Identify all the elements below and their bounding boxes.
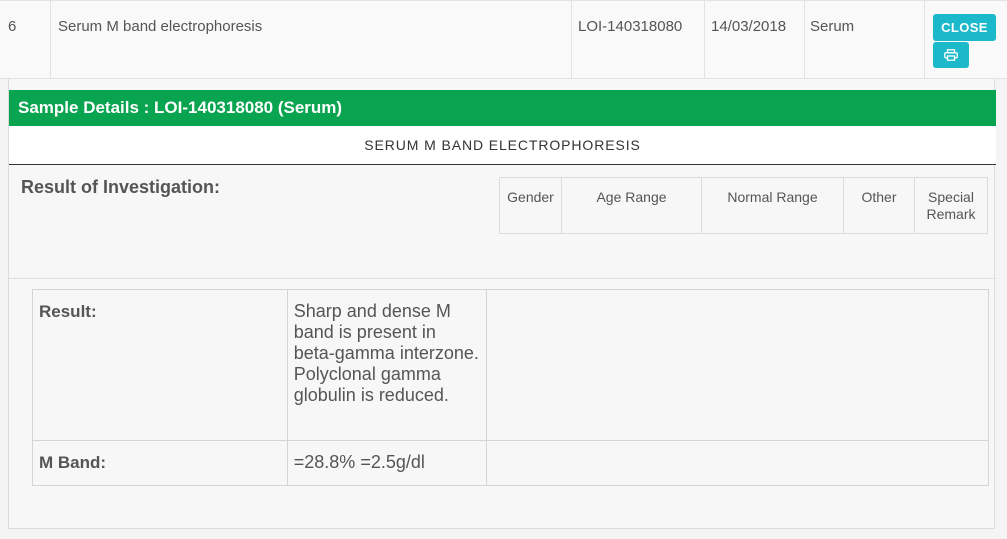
column-normal-range: Normal Range — [702, 178, 844, 233]
sample-date: 14/03/2018 — [705, 1, 805, 80]
sample-type: Serum — [805, 1, 925, 80]
result-extra-cell — [485, 289, 990, 441]
test-name: Serum M band electrophoresis — [51, 1, 572, 80]
column-age-range: Age Range — [562, 178, 702, 233]
m-band-extra-cell — [485, 440, 990, 486]
loi-number: LOI-140318080 — [572, 1, 705, 80]
row-actions: CLOSE — [925, 1, 1007, 80]
sample-details-panel: Sample Details : LOI-140318080 (Serum) S… — [8, 79, 996, 529]
column-gender: Gender — [500, 178, 562, 233]
m-band-label: M Band: — [32, 440, 288, 486]
print-icon — [944, 49, 958, 61]
result-label: Result: — [32, 289, 288, 441]
result-value: Sharp and dense M band is present in bet… — [286, 289, 487, 441]
test-title: SERUM M BAND ELECTROPHORESIS — [9, 126, 996, 165]
results-table: Result: Sharp and dense M band is presen… — [32, 289, 990, 486]
close-button[interactable]: CLOSE — [933, 14, 996, 41]
result-of-investigation-label: Result of Investigation: — [21, 177, 221, 197]
table-row: Result: Sharp and dense M band is presen… — [32, 289, 990, 441]
table-row: M Band: =28.8% =2.5g/dl — [32, 440, 990, 486]
column-special-remark: Special Remark — [926, 189, 976, 222]
reference-table-header: Gender Age Range Normal Range Other Spec… — [499, 177, 988, 234]
section-divider — [9, 278, 996, 279]
sample-details-header: Sample Details : LOI-140318080 (Serum) — [9, 90, 996, 126]
print-button[interactable] — [933, 42, 969, 68]
sample-list-row: 6 Serum M band electrophoresis LOI-14031… — [0, 0, 1007, 80]
row-index: 6 — [0, 1, 51, 80]
m-band-value: =28.8% =2.5g/dl — [286, 440, 487, 486]
column-other: Other — [844, 178, 915, 233]
